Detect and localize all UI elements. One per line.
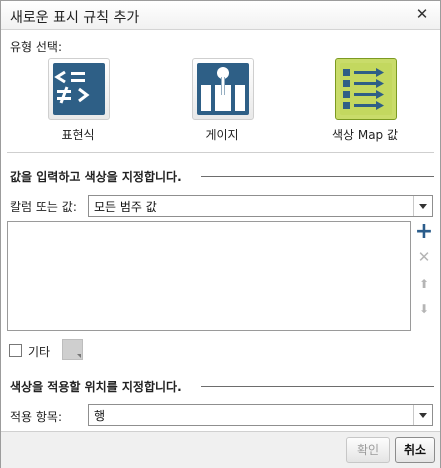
other-checkbox[interactable]: [9, 344, 22, 357]
add-icon[interactable]: +: [414, 221, 434, 243]
column-or-value-selected: 모든 범주 값: [94, 200, 157, 214]
gauge-type-button[interactable]: [192, 58, 254, 120]
apply-to-label: 적용 항목:: [10, 410, 63, 424]
values-section-title: 값을 입력하고 색상을 지정합니다.: [10, 168, 188, 185]
gauge-icon: [197, 63, 249, 115]
expression-icon: [53, 63, 105, 115]
apply-to-select[interactable]: 행: [88, 404, 433, 426]
type-select-label: 유형 선택:: [10, 40, 63, 54]
chevron-down-icon: [413, 405, 432, 425]
ok-button[interactable]: 확인: [346, 437, 390, 463]
column-or-value-label: 칼럼 또는 값:: [10, 200, 77, 214]
dialog-title: 새로운 표시 규칙 추가: [10, 10, 140, 26]
move-down-icon[interactable]: ⬇: [414, 299, 434, 319]
section-divider: [201, 176, 434, 177]
column-or-value-select[interactable]: 모든 범주 값: [88, 195, 433, 217]
title-bar: 새로운 표시 규칙 추가 ✕: [1, 1, 440, 30]
expression-type-button[interactable]: [48, 58, 110, 120]
apply-section-title: 색상을 적용할 위치를 지정합니다.: [10, 378, 188, 395]
remove-icon[interactable]: ✕: [414, 247, 434, 267]
gauge-type-label: 게이지: [205, 128, 239, 142]
color-map-icon: [340, 63, 392, 115]
chevron-down-icon: [413, 196, 432, 216]
cancel-button[interactable]: 취소: [395, 437, 435, 463]
other-color-swatch[interactable]: [62, 339, 83, 360]
close-icon[interactable]: ✕: [413, 5, 431, 23]
color-map-type-button[interactable]: [335, 58, 397, 120]
other-label: 기타: [28, 345, 51, 359]
move-up-icon[interactable]: ⬆: [414, 274, 434, 294]
color-map-type-label: 색상 Map 값: [331, 128, 399, 142]
expression-type-label: 표현식: [61, 128, 95, 142]
apply-to-selected: 행: [94, 409, 106, 423]
divider: [7, 152, 434, 153]
dialog: 새로운 표시 규칙 추가 ✕ 유형 선택: 표현식 게이지 색상 Map 값 값…: [0, 0, 441, 468]
section-divider: [201, 386, 434, 387]
color-mapping-list[interactable]: [7, 221, 411, 331]
